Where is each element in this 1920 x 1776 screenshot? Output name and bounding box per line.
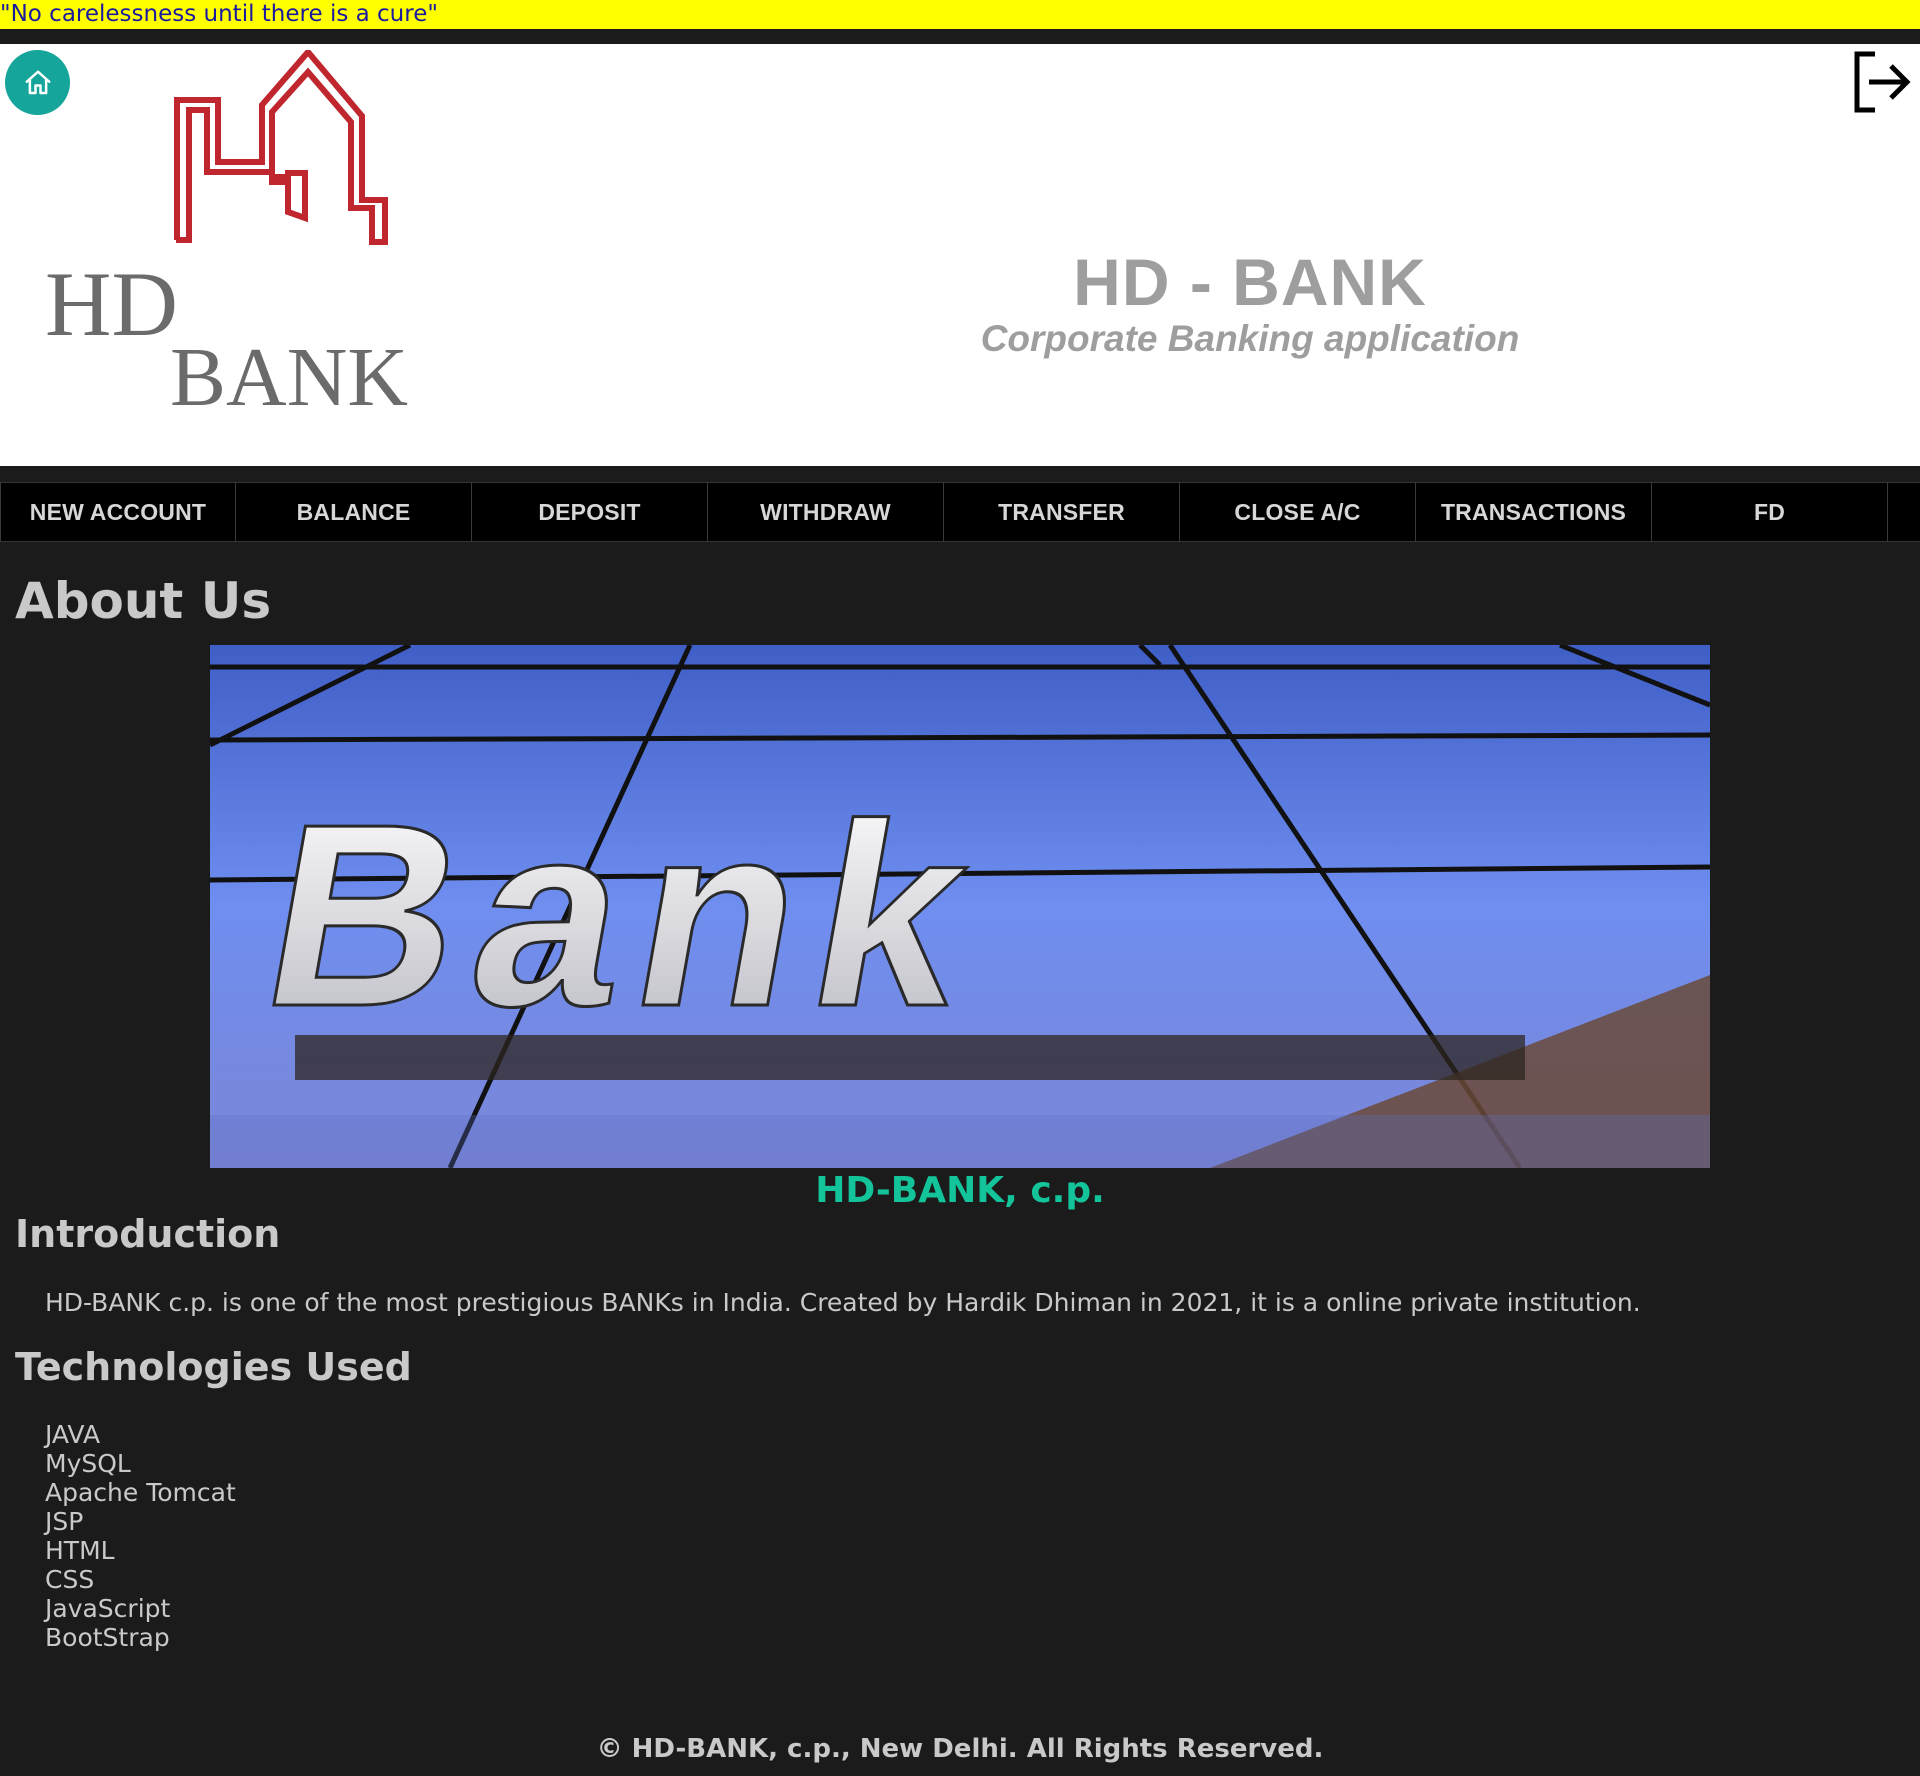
top-divider	[0, 29, 1920, 44]
hero-image: Bank	[210, 645, 1710, 1168]
logout-icon[interactable]	[1853, 50, 1913, 114]
hd-bank-logo: HD BANK	[45, 50, 408, 410]
list-item: HTML	[45, 1536, 115, 1565]
footer-copyright: © HD-BANK, c.p., New Delhi. All Rights R…	[596, 1734, 1324, 1764]
nav-new-account[interactable]: NEW ACCOUNT	[0, 483, 236, 541]
nav-fd[interactable]: FD	[1652, 483, 1888, 541]
list-item: Apache Tomcat	[45, 1478, 236, 1507]
hero-bank-word: Bank	[247, 770, 1006, 1061]
marquee-quote: "No carelessness until there is a cure"	[0, 0, 1920, 29]
logo-text-hd: HD	[45, 253, 178, 355]
technologies-list: JAVA MySQL Apache Tomcat JSP HTML CSS Ja…	[45, 1420, 236, 1652]
introduction-text: HD-BANK c.p. is one of the most prestigi…	[45, 1288, 1641, 1317]
page-title: About Us	[15, 572, 272, 630]
main-nav: NEW ACCOUNT BALANCE DEPOSIT WITHDRAW TRA…	[0, 482, 1920, 542]
bank-subtitle: Corporate Banking application	[980, 318, 1520, 359]
logo-text-bank: BANK	[170, 331, 408, 410]
list-item: JavaScript	[45, 1594, 171, 1623]
hero-caption: HD-BANK, c.p.	[815, 1170, 1105, 1211]
list-item: JSP	[45, 1507, 84, 1536]
technologies-heading: Technologies Used	[15, 1345, 412, 1389]
nav-withdraw[interactable]: WITHDRAW	[708, 483, 944, 541]
bank-title: HD - BANK	[1073, 245, 1427, 319]
list-item: BootStrap	[45, 1623, 170, 1652]
nav-transfer[interactable]: TRANSFER	[944, 483, 1180, 541]
list-item: JAVA	[45, 1420, 101, 1449]
introduction-heading: Introduction	[15, 1212, 281, 1256]
nav-close-account[interactable]: CLOSE A/C	[1180, 483, 1416, 541]
nav-transactions[interactable]: TRANSACTIONS	[1416, 483, 1652, 541]
nav-balance[interactable]: BALANCE	[236, 483, 472, 541]
list-item: CSS	[45, 1565, 95, 1594]
list-item: MySQL	[45, 1449, 131, 1478]
nav-deposit[interactable]: DEPOSIT	[472, 483, 708, 541]
